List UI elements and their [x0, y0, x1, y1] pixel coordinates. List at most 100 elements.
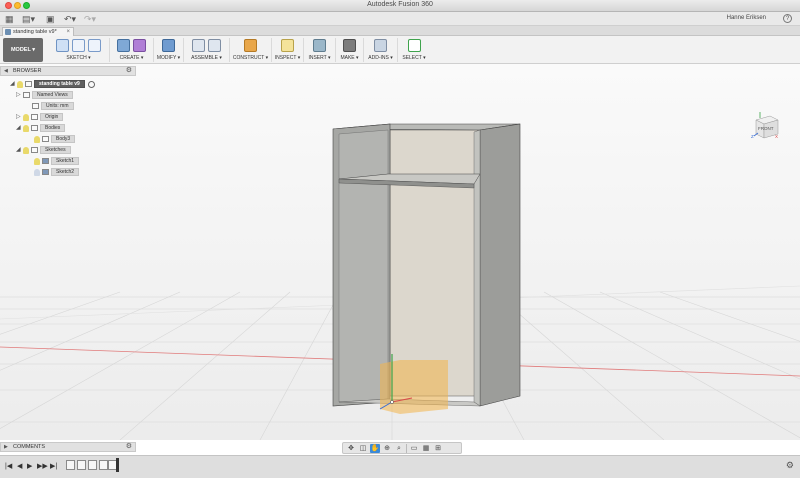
pan-icon[interactable]: ✋	[370, 443, 380, 453]
collapse-browser-icon[interactable]: ◀	[4, 67, 8, 75]
visibility-bulb-icon[interactable]	[17, 81, 23, 88]
origin-point	[390, 400, 394, 404]
collapse-arrow-icon[interactable]: ◢	[10, 80, 17, 89]
new-component-icon[interactable]	[192, 39, 205, 52]
collapse-arrow-icon[interactable]: ◢	[16, 124, 23, 133]
grid-icon[interactable]: ▦	[421, 444, 431, 453]
3d-scene[interactable]	[0, 64, 800, 440]
canvas-viewport[interactable]: FRONT Z X	[0, 64, 800, 440]
browser-node-named-views[interactable]: ▷ Named Views	[16, 91, 73, 100]
assemble-menu-label[interactable]: ASSEMBLE ▾	[184, 55, 229, 61]
visibility-bulb-icon[interactable]	[34, 158, 40, 165]
modify-menu-label[interactable]: MODIFY ▾	[154, 55, 183, 61]
timeline-marker[interactable]	[116, 458, 119, 472]
user-account-menu[interactable]: Hanne Eriksen	[727, 15, 766, 21]
browser-node-sketches[interactable]: ◢ Sketches	[16, 146, 71, 155]
title-bar: Autodesk Fusion 360	[0, 0, 800, 12]
inspect-menu-label[interactable]: INSPECT ▾	[272, 55, 303, 61]
modify-group[interactable]: MODIFY ▾	[154, 38, 184, 62]
folder-icon	[23, 92, 30, 98]
zoom-window-icon[interactable]: ⌕	[394, 444, 404, 453]
form-icon[interactable]	[133, 39, 146, 52]
file-menu-icon[interactable]: ▤▾	[22, 14, 35, 24]
redo-icon[interactable]: ↷▾	[84, 14, 96, 24]
sketch-plane-highlight[interactable]	[380, 360, 448, 414]
close-tab-icon[interactable]: ×	[66, 28, 70, 36]
assemble-group[interactable]: ASSEMBLE ▾	[184, 38, 230, 62]
select-menu-label[interactable]: SELECT ▾	[398, 55, 430, 61]
add-ins-group[interactable]: ADD-INS ▾	[364, 38, 398, 62]
extrude-icon[interactable]	[117, 39, 130, 52]
visibility-bulb-icon[interactable]	[34, 169, 40, 176]
timeline-step-back[interactable]: ◀	[17, 462, 22, 470]
comments-panel-header[interactable]: ▶ COMMENTS ⚙	[0, 442, 136, 452]
browser-node-body3[interactable]: Body3	[34, 135, 76, 144]
visibility-bulb-icon[interactable]	[23, 147, 29, 154]
browser-settings-icon[interactable]: ⚙	[126, 67, 132, 75]
timeline-feature-sketch[interactable]	[66, 460, 75, 470]
timeline-feature-extrude[interactable]	[77, 460, 86, 470]
offset-plane-icon[interactable]	[244, 39, 257, 52]
timeline-feature-sketch[interactable]	[88, 460, 97, 470]
document-tab[interactable]: standing table v9* ×	[2, 27, 74, 36]
browser-node-sketch2[interactable]: Sketch2	[34, 168, 80, 177]
visibility-bulb-icon[interactable]	[34, 136, 40, 143]
add-ins-menu-label[interactable]: ADD-INS ▾	[364, 55, 397, 61]
line-icon[interactable]	[72, 39, 85, 52]
timeline-feature-extrude[interactable]	[99, 460, 108, 470]
sketch-group[interactable]: SKETCH ▾	[48, 38, 110, 62]
browser-root-node[interactable]: ◢ standing table v9	[10, 80, 95, 89]
timeline-settings-icon[interactable]: ⚙	[786, 460, 794, 471]
sketch-menu-label[interactable]: SKETCH ▾	[48, 55, 109, 61]
make-group[interactable]: MAKE ▾	[336, 38, 364, 62]
browser-node-sketch1[interactable]: Sketch1	[34, 157, 80, 166]
construct-menu-label[interactable]: CONSTRUCT ▾	[230, 55, 271, 61]
comments-settings-icon[interactable]: ⚙	[126, 443, 132, 451]
insert-menu-label[interactable]: INSERT ▾	[304, 55, 335, 61]
inspect-group[interactable]: INSPECT ▾	[272, 38, 304, 62]
orbit-icon[interactable]: ✥	[346, 444, 356, 453]
expand-arrow-icon[interactable]: ▷	[16, 113, 23, 122]
browser-node-origin[interactable]: ▷ Origin	[16, 113, 64, 122]
workspace-switcher-button[interactable]: MODEL ▾	[3, 38, 43, 62]
activate-radio-icon[interactable]	[87, 81, 95, 88]
visibility-bulb-icon[interactable]	[23, 114, 29, 121]
save-icon[interactable]: ▣	[46, 14, 55, 24]
look-at-icon[interactable]: ◫	[358, 444, 368, 453]
help-button[interactable]: ?	[783, 14, 792, 23]
browser-node-bodies[interactable]: ◢ Bodies	[16, 124, 66, 133]
viewcube[interactable]: FRONT Z X	[751, 110, 780, 142]
create-sketch-icon[interactable]	[56, 39, 69, 52]
create-menu-label[interactable]: CREATE ▾	[110, 55, 153, 61]
joint-icon[interactable]	[208, 39, 221, 52]
make-menu-label[interactable]: MAKE ▾	[336, 55, 363, 61]
viewcube-front-label[interactable]: FRONT	[758, 126, 774, 131]
expand-arrow-icon[interactable]: ▷	[16, 91, 23, 100]
viewports-icon[interactable]: ⊞	[433, 444, 443, 453]
scripts-icon[interactable]	[374, 39, 387, 52]
zoom-icon[interactable]: ⊕	[382, 444, 392, 453]
construct-group[interactable]: CONSTRUCT ▾	[230, 38, 272, 62]
undo-icon[interactable]: ↶▾	[64, 14, 76, 24]
collapse-arrow-icon[interactable]: ◢	[16, 146, 23, 155]
display-settings-icon[interactable]: ▭	[409, 444, 419, 453]
rectangle-icon[interactable]	[88, 39, 101, 52]
press-pull-icon[interactable]	[162, 39, 175, 52]
browser-node-units[interactable]: Units: mm	[32, 102, 74, 111]
browser-panel-header[interactable]: ◀ BROWSER ⚙	[0, 66, 136, 76]
timeline-step-forward[interactable]: ▶▶	[37, 462, 48, 470]
units-icon	[32, 103, 39, 109]
create-group[interactable]: CREATE ▾	[110, 38, 154, 62]
expand-comments-icon[interactable]: ▶	[4, 443, 8, 451]
insert-group[interactable]: INSERT ▾	[304, 38, 336, 62]
3d-print-icon[interactable]	[343, 39, 356, 52]
visibility-bulb-icon[interactable]	[23, 125, 29, 132]
data-panel-grid-icon[interactable]: ▦	[5, 14, 14, 24]
timeline-go-to-end[interactable]: ▶|	[50, 462, 57, 470]
insert-image-icon[interactable]	[313, 39, 326, 52]
timeline-go-to-start[interactable]: |◀	[5, 462, 12, 470]
select-group[interactable]: SELECT ▾	[398, 38, 430, 62]
measure-icon[interactable]	[281, 39, 294, 52]
timeline-play[interactable]: ▶	[27, 462, 32, 470]
select-arrow-icon[interactable]	[407, 39, 421, 52]
